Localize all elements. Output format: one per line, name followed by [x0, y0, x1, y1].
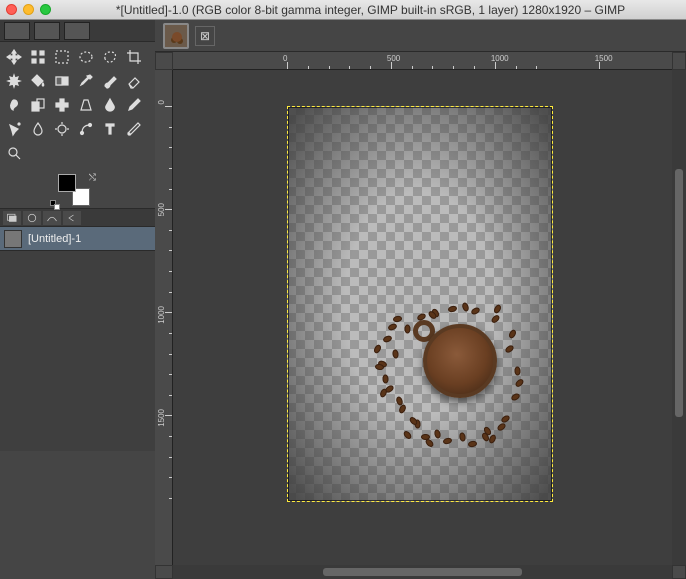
work-area: 0 500 1000 1500 0 500 1000 1500 [155, 52, 686, 579]
ruler-v-label: 500 [157, 203, 166, 216]
layers-dock: [Untitled]-1 [0, 208, 155, 451]
tool-rect-select[interactable] [51, 46, 73, 68]
tool-paths[interactable] [75, 118, 97, 140]
titlebar: *[Untitled]-1.0 (RGB color 8-bit gamma i… [0, 0, 686, 20]
tool-fuzzy-select[interactable] [3, 70, 25, 92]
tool-measure[interactable] [123, 118, 145, 140]
ruler-h-label: 1000 [491, 54, 509, 63]
canvas-column: ⊠ 0 500 1000 1500 0 500 1000 1500 [155, 20, 686, 579]
dock-tab-channels[interactable] [23, 211, 41, 225]
tool-ink[interactable] [99, 94, 121, 116]
close-window-icon[interactable] [6, 4, 17, 15]
image-tab-bar: ⊠ [155, 20, 686, 52]
tool-heal[interactable] [51, 94, 73, 116]
ruler-vertical[interactable]: 0 500 1000 1500 [155, 70, 173, 565]
tool-text[interactable] [99, 118, 121, 140]
tool-perspective-clone[interactable] [75, 94, 97, 116]
tool-airbrush[interactable] [3, 118, 25, 140]
reset-colors-icon[interactable] [50, 200, 58, 208]
toolbox-grid [0, 42, 155, 168]
canvas-nav-icon[interactable] [672, 565, 686, 579]
scrollbar-vertical[interactable] [672, 70, 686, 565]
window-controls [6, 4, 51, 15]
tool-eyedropper[interactable] [75, 70, 97, 92]
layers-empty-area [0, 251, 155, 451]
ruler-v-label: 1000 [157, 306, 166, 324]
tool-blur[interactable] [27, 118, 49, 140]
toolbox-thumb[interactable] [34, 22, 60, 40]
layer-thumbnail[interactable] [4, 230, 22, 248]
image-tab-thumb[interactable] [163, 23, 189, 49]
tool-zoom[interactable] [3, 142, 25, 164]
ruler-h-label: 1500 [595, 54, 613, 63]
image-tab-close-icon[interactable]: ⊠ [195, 26, 215, 46]
tool-move[interactable] [3, 46, 25, 68]
dock-tab-strip [0, 209, 155, 227]
scrollbar-thumb[interactable] [323, 568, 523, 576]
layer-name-label[interactable]: [Untitled]-1 [28, 233, 81, 245]
tool-clone[interactable] [27, 94, 49, 116]
tool-dodge[interactable] [51, 118, 73, 140]
dock-tab-layers[interactable] [3, 211, 21, 225]
ruler-v-label: 1500 [157, 409, 166, 427]
fg-bg-colors[interactable]: ⤭ [58, 174, 90, 206]
tool-crop[interactable] [123, 46, 145, 68]
left-dock: ⤭ [Untitled]-1 [0, 20, 155, 579]
tool-paintbrush[interactable] [99, 70, 121, 92]
tool-eraser[interactable] [123, 70, 145, 92]
minimize-window-icon[interactable] [23, 4, 34, 15]
window-title: *[Untitled]-1.0 (RGB color 8-bit gamma i… [61, 3, 680, 17]
swap-colors-icon[interactable]: ⤭ [89, 172, 96, 183]
tool-align[interactable] [27, 46, 49, 68]
ruler-corner-bottom [155, 565, 173, 579]
ruler-h-label: 500 [387, 54, 400, 63]
scrollbar-thumb[interactable] [675, 169, 683, 417]
dock-tab-paths[interactable] [43, 211, 61, 225]
tool-free-select[interactable] [99, 46, 121, 68]
tool-smudge[interactable] [3, 94, 25, 116]
ruler-corner[interactable] [155, 52, 173, 70]
toolbox-thumb[interactable] [4, 22, 30, 40]
canvas-image[interactable] [287, 106, 553, 502]
app-frame: ⤭ [Untitled]-1 [0, 20, 686, 579]
fg-color-swatch[interactable] [58, 174, 76, 192]
canvas-viewport[interactable] [173, 70, 672, 565]
tool-bucket-fill[interactable] [27, 70, 49, 92]
tool-pencil[interactable] [123, 94, 145, 116]
ruler-horizontal[interactable]: 0 500 1000 1500 [173, 52, 672, 70]
toolbox-thumb-strip [0, 20, 155, 42]
scrollbar-horizontal[interactable] [173, 565, 672, 579]
ruler-v-label: 0 [157, 100, 166, 104]
tool-gradient[interactable] [51, 70, 73, 92]
tool-ellipse-select[interactable] [75, 46, 97, 68]
toolbox-thumb[interactable] [64, 22, 90, 40]
ruler-corner-right [672, 52, 686, 70]
ruler-h-label: 0 [283, 54, 287, 63]
dock-tab-undo[interactable] [63, 211, 81, 225]
maximize-window-icon[interactable] [40, 4, 51, 15]
image-subject-coffee-beans [373, 306, 523, 446]
color-swatches: ⤭ [0, 168, 155, 208]
layer-row[interactable]: [Untitled]-1 [0, 227, 155, 251]
